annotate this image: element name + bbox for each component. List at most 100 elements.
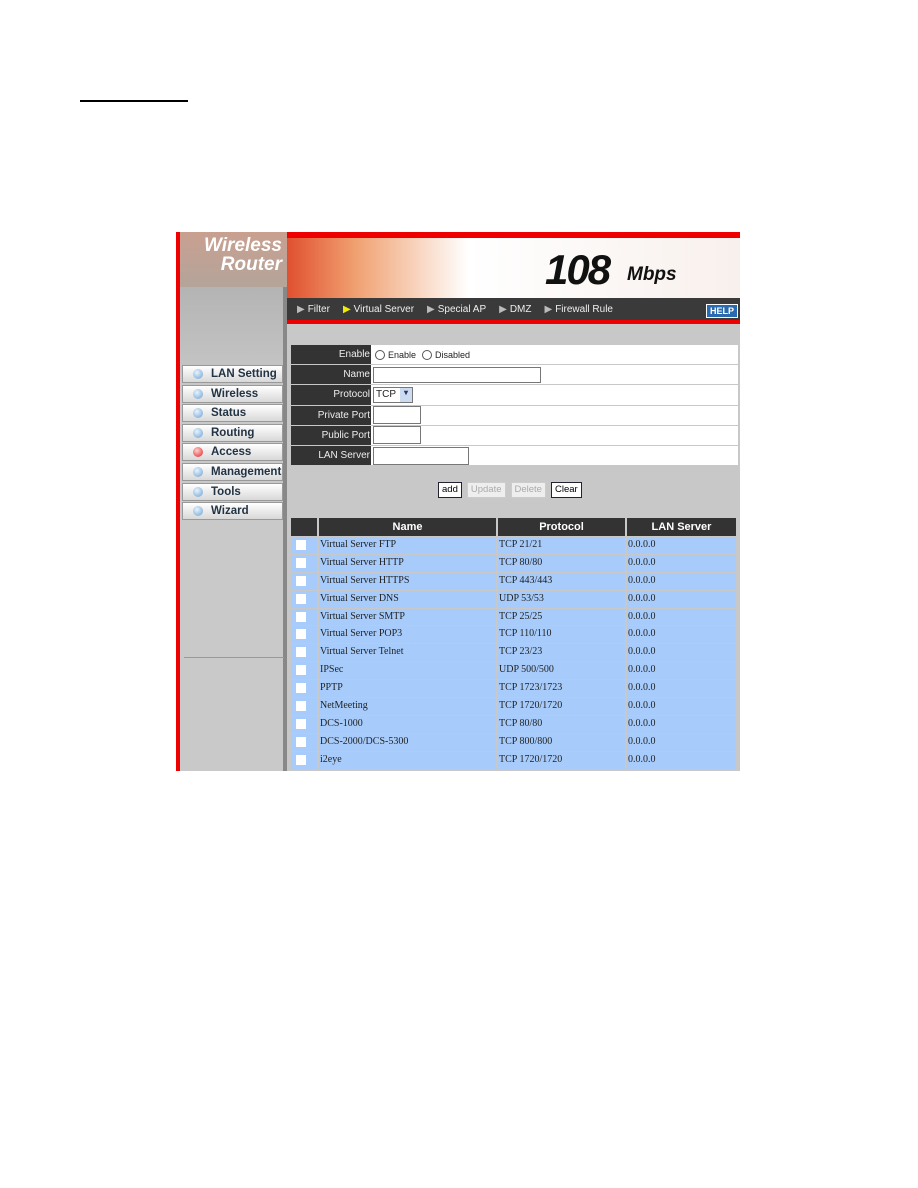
speed-unit: Mbps bbox=[627, 264, 677, 285]
table-row: i2eye TCP 1720/1720 0.0.0.0 bbox=[291, 750, 738, 769]
row-checkbox[interactable] bbox=[296, 611, 306, 622]
row-protocol: TCP 1720/1720 bbox=[498, 698, 627, 715]
sidebar-item-wizard[interactable]: Wizard bbox=[182, 502, 283, 521]
row-checkbox[interactable] bbox=[296, 736, 306, 747]
sidebar-item-access[interactable]: Access bbox=[182, 443, 283, 462]
row-name: Virtual Server HTTPS bbox=[319, 572, 498, 590]
row-name: Virtual Server SMTP bbox=[319, 608, 498, 626]
row-lan-server: 0.0.0.0 bbox=[627, 590, 738, 608]
row-name: Virtual Server POP3 bbox=[319, 626, 498, 644]
router-window: Wireless Router LAN Setting Wireless Status… bbox=[176, 232, 740, 771]
sidebar-item-label: Status bbox=[211, 407, 247, 420]
heading-underline bbox=[80, 100, 188, 102]
row-select-cell bbox=[291, 554, 319, 572]
sidebar-item-tools[interactable]: Tools bbox=[182, 482, 283, 501]
virtual-server-form: Enable Enable Disabled Name Protocol TCP ▾ … bbox=[291, 345, 738, 467]
row-lan-server: 0.0.0.0 bbox=[627, 554, 738, 572]
row-checkbox[interactable] bbox=[296, 593, 306, 604]
table-row: IPSec UDP 500/500 0.0.0.0 bbox=[291, 661, 738, 680]
public-port-label: Public Port bbox=[291, 425, 371, 445]
row-protocol: TCP 25/25 bbox=[498, 608, 627, 626]
row-lan-server: 0.0.0.0 bbox=[627, 608, 738, 626]
row-protocol: TCP 443/443 bbox=[498, 572, 627, 590]
help-button[interactable]: HELP bbox=[705, 304, 738, 318]
row-select-cell bbox=[291, 608, 319, 626]
sidebar-item-status[interactable]: Status bbox=[182, 404, 283, 423]
row-select-cell bbox=[291, 537, 319, 554]
row-checkbox[interactable] bbox=[296, 754, 306, 765]
row-select-cell bbox=[291, 644, 319, 662]
arrow-icon: ▶ bbox=[427, 303, 435, 315]
virtual-server-table: Name Protocol LAN Server Virtual Server … bbox=[291, 518, 738, 769]
row-checkbox[interactable] bbox=[296, 683, 306, 694]
sidebar-item-label: Tools bbox=[211, 485, 241, 498]
nav-tab-dmz[interactable]: DMZ bbox=[510, 304, 532, 315]
header-select bbox=[291, 518, 319, 536]
sidebar-item-label: Wireless bbox=[211, 387, 259, 400]
enable-radio[interactable] bbox=[375, 349, 385, 360]
row-name: Virtual Server FTP bbox=[319, 537, 498, 554]
row-checkbox[interactable] bbox=[296, 701, 306, 712]
row-checkbox[interactable] bbox=[296, 647, 306, 658]
row-protocol: UDP 500/500 bbox=[498, 662, 627, 680]
public-port-input[interactable] bbox=[373, 426, 421, 445]
table-row: Virtual Server HTTP TCP 80/80 0.0.0.0 bbox=[291, 553, 738, 572]
table-row: Virtual Server FTP TCP 21/21 0.0.0.0 bbox=[291, 536, 738, 554]
row-name: Virtual Server HTTP bbox=[319, 554, 498, 572]
row-select-cell bbox=[291, 733, 319, 751]
sidebar-item-management[interactable]: Management bbox=[182, 462, 283, 481]
row-protocol: TCP 80/80 bbox=[498, 715, 627, 733]
sidebar-item-wireless[interactable]: Wireless bbox=[182, 384, 283, 403]
row-name: PPTP bbox=[319, 680, 498, 698]
bullet-icon bbox=[193, 369, 203, 379]
nav-tab-special-ap[interactable]: Special AP bbox=[438, 304, 486, 315]
row-checkbox[interactable] bbox=[296, 718, 306, 729]
sidebar-item-label: Wizard bbox=[211, 505, 249, 518]
sidebar-item-lan-setting[interactable]: LAN Setting bbox=[182, 365, 283, 383]
sidebar-item-routing[interactable]: Routing bbox=[182, 423, 283, 442]
logo: Wireless Router bbox=[180, 232, 287, 287]
row-name: Virtual Server DNS bbox=[319, 590, 498, 608]
header-lan-server: LAN Server bbox=[627, 518, 738, 536]
row-protocol: TCP 80/80 bbox=[498, 554, 627, 572]
speed-number: 108 bbox=[545, 246, 611, 293]
update-button[interactable]: Update bbox=[466, 482, 506, 498]
protocol-label: Protocol bbox=[291, 385, 371, 405]
private-port-input[interactable] bbox=[373, 406, 421, 425]
row-checkbox[interactable] bbox=[296, 557, 306, 568]
row-select-cell bbox=[291, 572, 319, 590]
disabled-radio[interactable] bbox=[422, 349, 433, 360]
row-checkbox[interactable] bbox=[296, 629, 306, 640]
delete-button[interactable]: Delete bbox=[510, 482, 546, 498]
arrow-icon: ▶ bbox=[499, 303, 507, 315]
bullet-icon bbox=[193, 388, 203, 399]
protocol-select[interactable]: TCP ▾ bbox=[373, 386, 413, 403]
logo-line2: Router bbox=[220, 254, 282, 275]
lan-server-input[interactable] bbox=[373, 446, 469, 465]
row-protocol: TCP 1723/1723 bbox=[498, 680, 627, 698]
row-lan-server: 0.0.0.0 bbox=[627, 715, 738, 733]
clear-button[interactable]: Clear bbox=[550, 482, 582, 498]
row-checkbox[interactable] bbox=[296, 665, 306, 676]
row-select-cell bbox=[291, 680, 319, 698]
nav-tab-firewall-rule[interactable]: Firewall Rule bbox=[555, 304, 613, 315]
table-row: Virtual Server POP3 TCP 110/110 0.0.0.0 bbox=[291, 625, 738, 644]
row-name: i2eye bbox=[319, 751, 498, 769]
table-header: Name Protocol LAN Server bbox=[291, 518, 738, 536]
row-select-cell bbox=[291, 715, 319, 733]
add-button[interactable]: add bbox=[438, 482, 462, 498]
sidebar: Wireless Router LAN Setting Wireless Status… bbox=[176, 232, 287, 771]
name-input[interactable] bbox=[373, 366, 541, 383]
table-row: Virtual Server SMTP TCP 25/25 0.0.0.0 bbox=[291, 607, 738, 626]
lan-server-label: LAN Server bbox=[291, 445, 371, 466]
row-lan-server: 0.0.0.0 bbox=[627, 698, 738, 715]
row-checkbox[interactable] bbox=[296, 575, 306, 586]
banner: 108 Mbps bbox=[287, 232, 740, 298]
bullet-icon bbox=[193, 466, 203, 477]
enable-label: Enable bbox=[291, 345, 371, 365]
nav-tab-filter[interactable]: Filter bbox=[308, 304, 330, 315]
nav-tab-virtual-server[interactable]: Virtual Server bbox=[354, 304, 414, 315]
row-checkbox[interactable] bbox=[296, 540, 306, 550]
top-nav: ▶ Filter ▶ Virtual Server ▶ Special AP ▶ DMZ ▶ Fi… bbox=[287, 298, 740, 324]
row-protocol: TCP 800/800 bbox=[498, 733, 627, 751]
